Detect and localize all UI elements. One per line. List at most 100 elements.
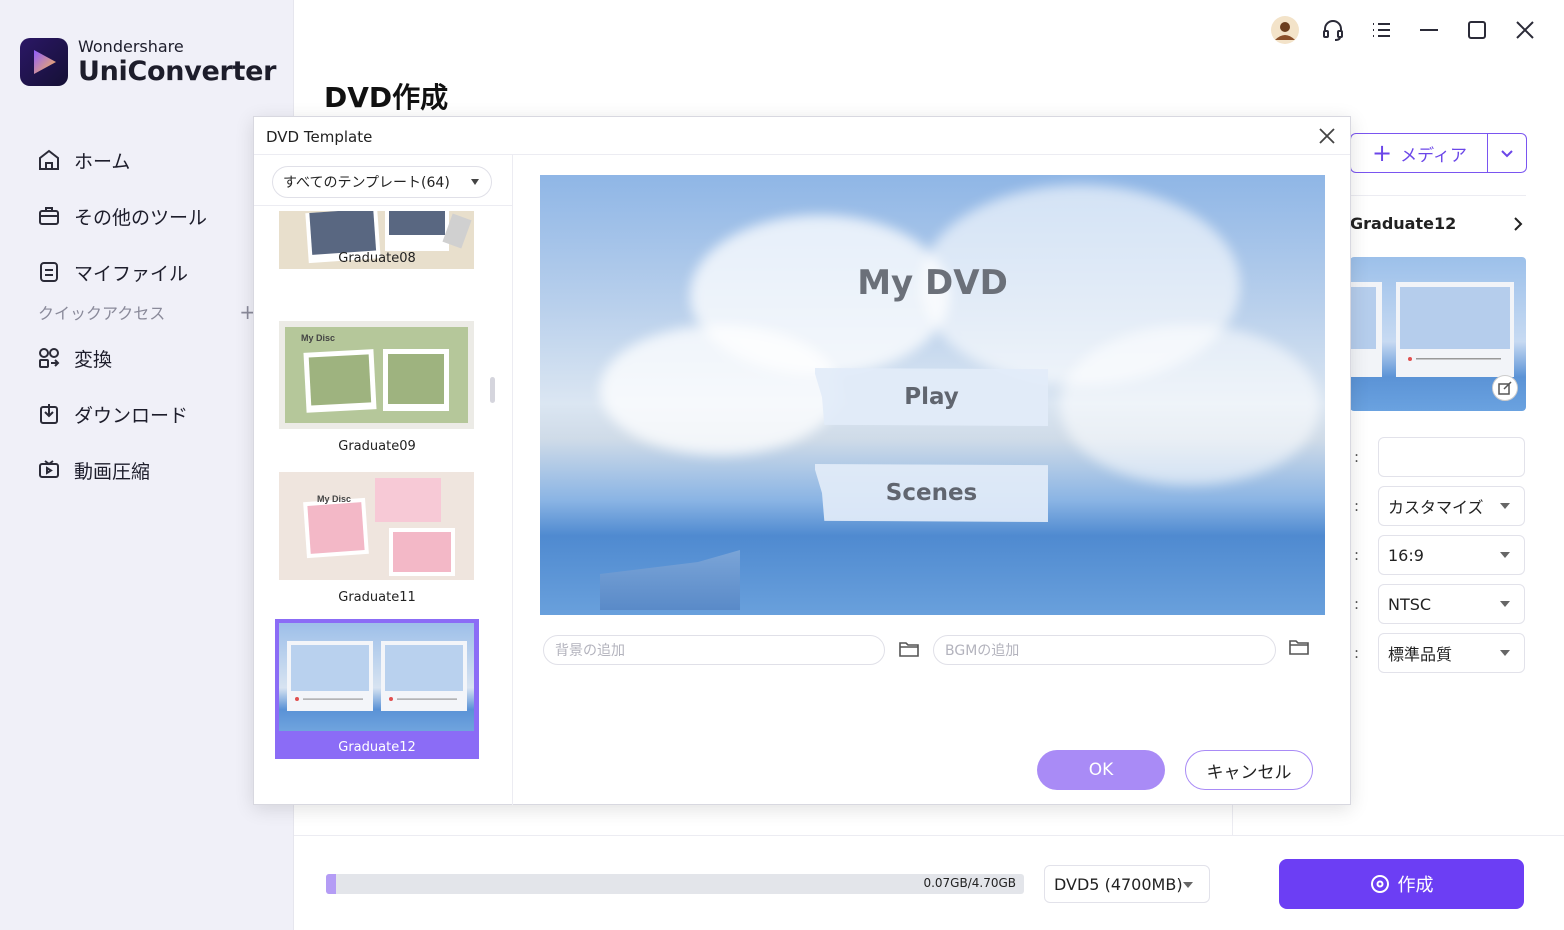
sidebar-item-other-tools[interactable]: その他のツール xyxy=(36,188,286,244)
brand-big: UniConverter xyxy=(78,56,277,87)
ok-button[interactable]: OK xyxy=(1037,750,1165,790)
sidebar-item-label: ホーム xyxy=(74,150,131,173)
maximize-icon[interactable] xyxy=(1460,14,1494,46)
bgm-input[interactable]: BGMの追加 xyxy=(933,635,1276,665)
setting-colon: : xyxy=(1354,546,1360,564)
template-selector-row[interactable]: Graduate12 xyxy=(1350,214,1526,233)
account-avatar-icon[interactable] xyxy=(1268,14,1302,46)
setting-input-text[interactable] xyxy=(1378,437,1525,477)
background-placeholder: 背景の追加 xyxy=(555,643,625,659)
edit-template-icon[interactable] xyxy=(1492,375,1518,401)
app-logo: Wondershare UniConverter xyxy=(20,38,276,86)
setting-select-quality[interactable]: 標準品質 xyxy=(1378,633,1525,673)
sidebar-item-convert[interactable]: 変換 xyxy=(36,330,286,386)
sidebar: Wondershare UniConverter ホーム その他のツール マイフ… xyxy=(0,0,294,930)
create-button-label: 作成 xyxy=(1397,875,1434,896)
minimize-icon[interactable] xyxy=(1412,14,1446,46)
home-icon xyxy=(36,147,62,173)
cloud-decoration xyxy=(1060,325,1320,485)
dropdown-arrow-icon xyxy=(1500,552,1510,558)
setting-value: NTSC xyxy=(1388,594,1432,614)
template-name: Graduate08 xyxy=(338,251,416,266)
toolbox-icon xyxy=(36,203,62,229)
disc-burn-icon xyxy=(1370,874,1390,894)
dropdown-arrow-icon xyxy=(1500,503,1510,509)
setting-select-aspect[interactable]: 16:9 xyxy=(1378,535,1525,575)
template-card-graduate11[interactable]: My Disc Graduate11 xyxy=(275,472,479,612)
template-card-graduate12[interactable]: Graduate12 xyxy=(275,619,479,759)
window-toolbar xyxy=(1268,14,1542,46)
chevron-down-icon xyxy=(1501,150,1513,158)
setting-row: : xyxy=(1354,437,1529,477)
sidebar-item-compress[interactable]: 動画圧縮 xyxy=(36,442,286,498)
divider xyxy=(294,835,1564,836)
chevron-right-icon[interactable] xyxy=(1508,215,1526,233)
setting-select-tv-standard[interactable]: NTSC xyxy=(1378,584,1525,624)
add-media-dropdown[interactable] xyxy=(1487,133,1527,173)
compress-icon xyxy=(36,457,62,483)
setting-value: カスタマイズ xyxy=(1388,498,1484,517)
close-icon[interactable] xyxy=(1316,125,1338,147)
menu-list-icon[interactable] xyxy=(1364,14,1398,46)
sidebar-item-label: 動画圧縮 xyxy=(74,460,151,483)
setting-row: : 16:9 xyxy=(1354,535,1529,575)
background-folder-icon[interactable] xyxy=(897,637,921,661)
sidebar-item-label: ダウンロード xyxy=(74,404,189,427)
sidebar-item-label: その他のツール xyxy=(74,206,208,229)
template-card-graduate08[interactable]: Graduate08 xyxy=(275,183,479,293)
template-thumbnail: My Disc xyxy=(279,472,474,580)
template-name: Graduate09 xyxy=(338,439,416,454)
sidebar-item-home[interactable]: ホーム xyxy=(36,132,286,188)
current-template-name: Graduate12 xyxy=(1350,214,1457,233)
add-media-label: メディア xyxy=(1400,145,1467,166)
page-title: DVD作成 xyxy=(324,81,449,114)
bgm-placeholder: BGMの追加 xyxy=(945,643,1020,659)
create-button[interactable]: 作成 xyxy=(1279,859,1524,909)
setting-row: : カスタマイズ xyxy=(1354,486,1529,526)
preview-play-button[interactable]: Play xyxy=(815,368,1048,426)
dropdown-arrow-icon xyxy=(1500,650,1510,656)
preview-scenes-button[interactable]: Scenes xyxy=(815,464,1048,522)
plus-icon: + xyxy=(1372,139,1393,167)
setting-colon: : xyxy=(1354,595,1360,613)
dropdown-arrow-icon xyxy=(1500,601,1510,607)
template-thumbnail: My Disc xyxy=(279,321,474,429)
setting-value: 標準品質 xyxy=(1388,645,1453,664)
current-template-thumbnail[interactable] xyxy=(1350,257,1526,411)
disc-type-value: DVD5 (4700MB) xyxy=(1054,874,1183,894)
template-list-scrollbar[interactable] xyxy=(490,377,495,403)
template-name: Graduate12 xyxy=(338,740,416,755)
storage-usage-bar: 0.07GB/4.70GB xyxy=(326,874,1024,894)
thumbnail-text: My Disc xyxy=(301,333,335,343)
quick-access-nav: 変換 ダウンロード 動画圧縮 xyxy=(36,330,286,498)
template-list-pane: すべてのテンプレート(64) Graduate08 My Disc Gradua… xyxy=(254,155,513,805)
dvd-template-dialog: DVD Template すべてのテンプレート(64) Graduate08 M… xyxy=(253,116,1351,805)
sidebar-item-my-files[interactable]: マイファイル xyxy=(36,244,286,300)
setting-row: : NTSC xyxy=(1354,584,1529,624)
dialog-title: DVD Template xyxy=(266,128,373,146)
template-name: Graduate11 xyxy=(338,590,416,605)
disc-type-select[interactable]: DVD5 (4700MB) xyxy=(1044,865,1210,903)
add-media-button[interactable]: + メディア xyxy=(1350,133,1488,173)
file-icon xyxy=(36,259,62,285)
storage-usage-text: 0.07GB/4.70GB xyxy=(923,876,1016,890)
setting-select-menu[interactable]: カスタマイズ xyxy=(1378,486,1525,526)
sidebar-item-label: マイファイル xyxy=(74,262,189,285)
sidebar-item-download[interactable]: ダウンロード xyxy=(36,386,286,442)
setting-colon: : xyxy=(1354,448,1360,466)
sidebar-nav: ホーム その他のツール マイファイル xyxy=(36,132,286,300)
convert-icon xyxy=(36,345,62,371)
preview-button-label: Scenes xyxy=(885,480,978,506)
dropdown-arrow-icon xyxy=(1183,882,1193,888)
pier-decoration xyxy=(600,550,740,610)
thumbnail-text: My Disc xyxy=(317,494,351,504)
close-window-icon[interactable] xyxy=(1508,14,1542,46)
setting-colon: : xyxy=(1354,497,1360,515)
bgm-folder-icon[interactable] xyxy=(1287,635,1311,659)
uniconverter-logo-icon xyxy=(20,38,68,86)
cancel-button[interactable]: キャンセル xyxy=(1185,750,1313,790)
template-card-graduate09[interactable]: My Disc Graduate09 xyxy=(275,321,479,461)
support-headset-icon[interactable] xyxy=(1316,14,1350,46)
preview-dvd-title: My DVD xyxy=(857,263,1008,303)
background-input[interactable]: 背景の追加 xyxy=(543,635,885,665)
